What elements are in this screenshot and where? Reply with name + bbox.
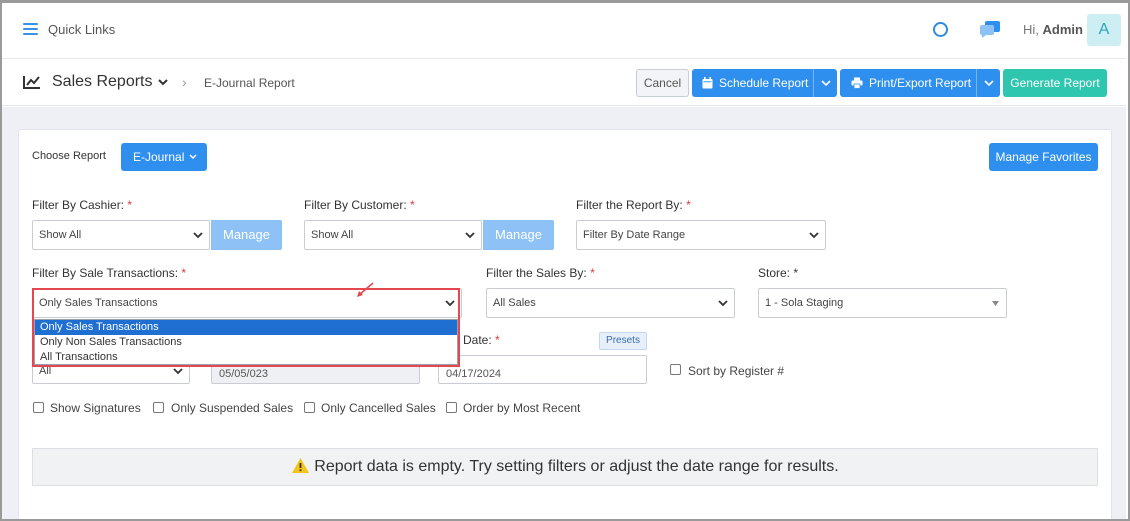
user-name: Admin [1042, 22, 1083, 37]
schedule-report-button[interactable]: Schedule Report [692, 69, 837, 97]
customer-select-value: Show All [311, 229, 354, 241]
store-value: 1 - Sola Staging [765, 297, 844, 309]
sort-by-register-checkbox[interactable] [670, 364, 681, 375]
chevron-down-icon [984, 80, 994, 87]
manage-customer-button[interactable]: Manage [483, 220, 554, 250]
cashier-filter-label: Filter By Cashier: * [32, 198, 133, 212]
manage-favorites-button[interactable]: Manage Favorites [989, 143, 1098, 171]
chat-icon[interactable] [979, 20, 1001, 38]
empty-report-text: Report data is empty. Try setting filter… [314, 458, 839, 475]
order-recent-label: Order by Most Recent [463, 401, 581, 415]
schedule-report-label: Schedule Report [719, 76, 809, 90]
option-only-non-sales[interactable]: Only Non Sales Transactions [35, 335, 457, 350]
presets-button[interactable]: Presets [599, 332, 647, 350]
menu-icon[interactable] [23, 23, 38, 35]
chevron-down-icon[interactable] [157, 77, 169, 87]
page-header: Sales Reports › E-Journal Report Cancel … [2, 60, 1126, 106]
search-icon[interactable] [933, 22, 948, 37]
only-cancelled-checkbox[interactable] [304, 402, 315, 413]
choose-report-dropdown[interactable]: E-Journal [121, 143, 207, 171]
sale-transactions-label: Filter By Sale Transactions: * [32, 266, 187, 280]
report-by-label: Filter the Report By: * [576, 198, 691, 212]
empty-report-message: Report data is empty. Try setting filter… [32, 448, 1098, 486]
sales-by-value: All Sales [493, 297, 536, 309]
choose-report-label: Choose Report [32, 150, 106, 162]
page-title[interactable]: Sales Reports [52, 73, 153, 91]
printer-icon [851, 77, 863, 89]
only-suspended-label: Only Suspended Sales [171, 401, 294, 415]
chevron-down-icon [809, 232, 819, 239]
customer-filter-label: Filter By Customer: * [304, 198, 415, 212]
sort-by-register-label: Sort by Register # [688, 364, 785, 378]
only-suspended-checkbox[interactable] [153, 402, 164, 413]
caret-down-icon [992, 301, 999, 306]
breadcrumb-current: E-Journal Report [204, 76, 295, 90]
chevron-down-icon [173, 368, 183, 375]
choose-report-value: E-Journal [133, 150, 185, 164]
avatar[interactable]: A [1087, 14, 1121, 46]
end-date-input[interactable]: 04/17/2024 [438, 355, 647, 384]
print-export-button[interactable]: Print/Export Report [840, 69, 1000, 97]
show-signatures-checkbox[interactable] [33, 402, 44, 413]
option-all-transactions[interactable]: All Transactions [35, 350, 457, 365]
only-cancelled-label: Only Cancelled Sales [321, 401, 436, 415]
breadcrumb-separator: › [182, 74, 187, 90]
calendar-icon [702, 77, 713, 89]
customer-select[interactable]: Show All [304, 220, 482, 250]
generate-report-button[interactable]: Generate Report [1003, 69, 1107, 97]
cancel-button[interactable]: Cancel [636, 69, 689, 97]
sales-by-select[interactable]: All Sales [486, 288, 735, 318]
store-select[interactable]: 1 - Sola Staging [758, 288, 1007, 318]
chevron-down-icon [465, 232, 475, 239]
report-by-select-value: Filter By Date Range [583, 229, 686, 241]
manage-cashier-button[interactable]: Manage [211, 220, 282, 250]
chevron-down-icon [821, 80, 831, 87]
show-signatures-label: Show Signatures [50, 401, 141, 415]
chevron-down-icon [718, 300, 728, 307]
chevron-down-icon [189, 154, 197, 160]
order-recent-checkbox[interactable] [446, 402, 457, 413]
schedule-dropdown-toggle[interactable] [813, 69, 837, 97]
sale-transactions-options: Only Sales Transactions Only Non Sales T… [34, 319, 458, 365]
print-dropdown-toggle[interactable] [976, 69, 1000, 97]
cashier-select-value: Show All [39, 229, 82, 241]
end-date-label: Date: * [463, 333, 500, 347]
store-label: Store: * [758, 266, 799, 280]
print-export-label: Print/Export Report [869, 76, 972, 90]
sales-by-label: Filter the Sales By: * [486, 266, 595, 280]
warning-icon [292, 458, 310, 473]
user-greeting: Hi, Admin [1023, 22, 1083, 37]
chevron-down-icon [193, 232, 203, 239]
option-only-sales[interactable]: Only Sales Transactions [35, 320, 457, 335]
chart-line-icon [23, 76, 40, 89]
report-by-select[interactable]: Filter By Date Range [576, 220, 826, 250]
cashier-select[interactable]: Show All [32, 220, 210, 250]
top-bar: Quick Links Hi, Admin A [2, 3, 1126, 59]
quick-links-link[interactable]: Quick Links [48, 22, 115, 37]
